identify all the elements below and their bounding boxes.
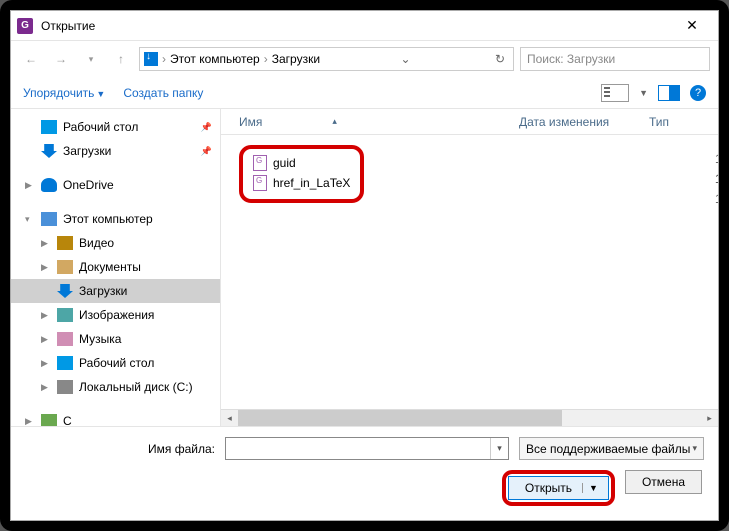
address-dropdown-icon[interactable]: ⌄ xyxy=(396,52,414,66)
sidebar-item-disk-c[interactable]: ▶Локальный диск (C:) xyxy=(11,375,220,399)
column-headers: Имя▴ Дата изменения Тип xyxy=(221,109,718,135)
images-icon xyxy=(57,308,73,322)
sort-asc-icon: ▴ xyxy=(332,116,337,127)
pin-icon: 📌 xyxy=(201,122,212,133)
horizontal-scrollbar[interactable]: ◂ ▸ xyxy=(221,409,718,426)
open-split-icon[interactable]: ▼ xyxy=(582,483,598,493)
highlight-annotation: Открыть ▼ xyxy=(502,470,615,506)
sidebar: Рабочий стол📌 Загрузки📌 ▶OneDrive ▾Этот … xyxy=(11,109,221,426)
downloads-icon xyxy=(41,144,57,158)
back-button[interactable]: ← xyxy=(19,47,43,71)
filename-dropdown-icon[interactable]: ▾ xyxy=(490,438,508,459)
sidebar-item-this-pc[interactable]: ▾Этот компьютер xyxy=(11,207,220,231)
sidebar-item-network[interactable]: ▶С xyxy=(11,409,220,426)
nav-row: ← → ▾ ↑ › Этот компьютер › Загрузки ⌄ ↻ … xyxy=(11,41,718,77)
up-button[interactable]: ↑ xyxy=(109,47,133,71)
file-list: Имя▴ Дата изменения Тип guid href_in_LaT… xyxy=(221,109,718,426)
preview-pane-icon[interactable] xyxy=(658,85,680,101)
file-row[interactable]: guid xyxy=(253,153,350,173)
documents-icon xyxy=(57,260,73,274)
cancel-button[interactable]: Отмена xyxy=(625,470,702,494)
pdf-file-icon xyxy=(253,175,267,191)
network-icon xyxy=(41,414,57,426)
chevron-right-icon: › xyxy=(264,52,268,66)
disk-icon xyxy=(57,380,73,394)
close-icon[interactable]: ✕ xyxy=(672,17,712,34)
expand-icon[interactable]: ▶ xyxy=(25,180,32,191)
onedrive-icon xyxy=(41,178,57,192)
sidebar-item-downloads[interactable]: Загрузки📌 xyxy=(11,139,220,163)
sidebar-item-videos[interactable]: ▶Видео xyxy=(11,231,220,255)
window-title: Открытие xyxy=(41,19,672,33)
desktop-icon xyxy=(57,356,73,370)
view-dropdown-icon[interactable]: ▼ xyxy=(639,88,648,98)
breadcrumb-root[interactable]: Этот компьютер xyxy=(170,52,260,66)
sidebar-item-onedrive[interactable]: ▶OneDrive xyxy=(11,173,220,197)
sidebar-item-images[interactable]: ▶Изображения xyxy=(11,303,220,327)
column-name[interactable]: Имя▴ xyxy=(239,115,519,129)
expand-icon[interactable]: ▶ xyxy=(41,382,48,393)
open-dialog: G Открытие ✕ ← → ▾ ↑ › Этот компьютер › … xyxy=(10,10,719,521)
pin-icon: 📌 xyxy=(201,146,212,157)
app-icon: G xyxy=(17,18,33,34)
downloads-folder-icon xyxy=(144,52,158,66)
view-options-icon[interactable] xyxy=(601,84,629,102)
breadcrumb-current[interactable]: Загрузки xyxy=(272,52,320,66)
highlight-annotation: guid href_in_LaTeX xyxy=(239,145,364,203)
titlebar: G Открытие ✕ xyxy=(11,11,718,41)
filename-field[interactable] xyxy=(226,438,490,459)
search-placeholder: Поиск: Загрузки xyxy=(527,52,615,66)
address-bar[interactable]: › Этот компьютер › Загрузки ⌄ ↻ xyxy=(139,47,514,71)
sidebar-item-music[interactable]: ▶Музыка xyxy=(11,327,220,351)
expand-icon[interactable]: ▶ xyxy=(25,416,32,427)
new-folder-button[interactable]: Создать папку xyxy=(123,86,203,100)
expand-icon[interactable]: ▶ xyxy=(41,334,48,345)
expand-icon[interactable]: ▶ xyxy=(41,310,48,321)
filename-label: Имя файла: xyxy=(25,442,215,456)
help-icon[interactable]: ? xyxy=(690,85,706,101)
open-button[interactable]: Открыть ▼ xyxy=(508,476,609,500)
sidebar-item-desktop-pc[interactable]: ▶Рабочий стол xyxy=(11,351,220,375)
expand-icon[interactable]: ▶ xyxy=(41,358,48,369)
music-icon xyxy=(57,332,73,346)
collapse-icon[interactable]: ▾ xyxy=(25,214,30,225)
file-dates: 10.06.2017 12:32 10.06.2017 12:35 xyxy=(715,149,718,189)
file-filter-combo[interactable]: Все поддерживаемые файлы ▾ xyxy=(519,437,704,460)
refresh-icon[interactable]: ↻ xyxy=(491,52,509,66)
scroll-thumb[interactable] xyxy=(238,410,562,426)
sidebar-item-downloads-pc[interactable]: Загрузки xyxy=(11,279,220,303)
column-date[interactable]: Дата изменения xyxy=(519,115,649,129)
forward-button: → xyxy=(49,47,73,71)
video-icon xyxy=(57,236,73,250)
file-name: guid xyxy=(273,156,296,170)
toolbar: Упорядочить▼ Создать папку ▼ ? xyxy=(11,77,718,109)
sidebar-item-desktop[interactable]: Рабочий стол📌 xyxy=(11,115,220,139)
organize-button[interactable]: Упорядочить▼ xyxy=(23,86,105,100)
search-input[interactable]: Поиск: Загрузки xyxy=(520,47,710,71)
expand-icon[interactable]: ▶ xyxy=(41,238,48,249)
file-row[interactable]: href_in_LaTeX xyxy=(253,173,350,193)
pdf-file-icon xyxy=(253,155,267,171)
pc-icon xyxy=(41,212,57,226)
expand-icon[interactable]: ▶ xyxy=(41,262,48,273)
scroll-left-icon[interactable]: ◂ xyxy=(221,413,238,424)
chevron-right-icon: › xyxy=(162,52,166,66)
scroll-right-icon[interactable]: ▸ xyxy=(701,413,718,424)
recent-button[interactable]: ▾ xyxy=(79,47,103,71)
sidebar-item-documents[interactable]: ▶Документы xyxy=(11,255,220,279)
downloads-icon xyxy=(57,284,73,298)
filename-input[interactable]: ▾ xyxy=(225,437,509,460)
desktop-icon xyxy=(41,120,57,134)
filter-dropdown-icon: ▾ xyxy=(692,443,697,454)
dialog-footer: Имя файла: ▾ Все поддерживаемые файлы ▾ … xyxy=(11,426,718,520)
file-name: href_in_LaTeX xyxy=(273,176,350,190)
column-type[interactable]: Тип xyxy=(649,115,718,129)
files-area[interactable]: guid href_in_LaTeX 10.06.2017 12:32 10.0… xyxy=(221,135,718,409)
